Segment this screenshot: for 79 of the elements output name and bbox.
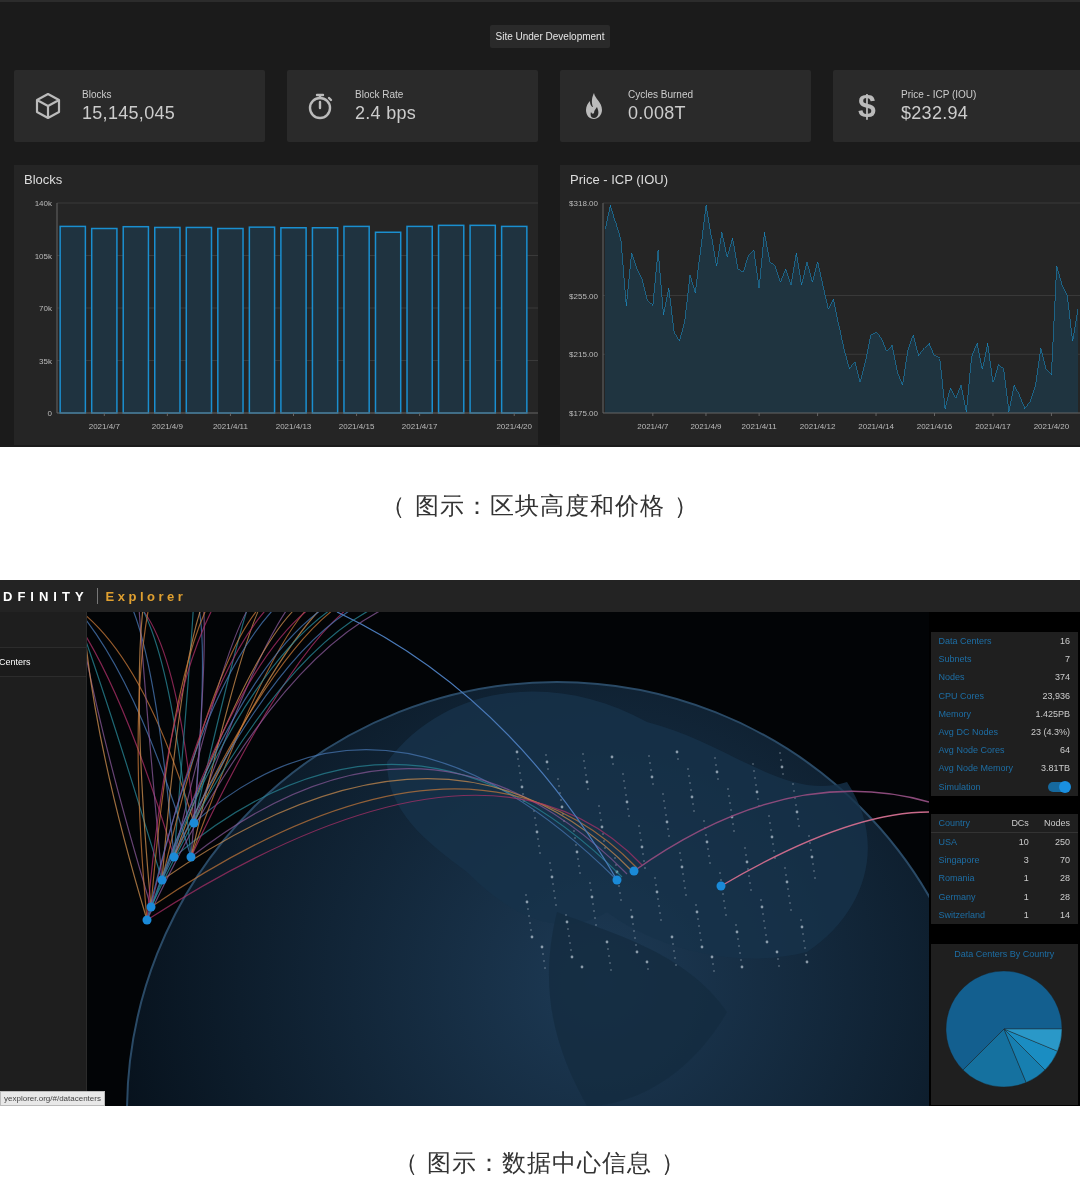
x-axis-label: 2021/4/13 xyxy=(275,422,312,431)
chart-title: Blocks xyxy=(23,171,64,189)
stat-label: Blocks xyxy=(82,88,113,100)
y-axis-label: 140k xyxy=(34,199,52,208)
y-axis-label: 105k xyxy=(34,251,52,261)
table-cell-text: 14 xyxy=(1059,908,1071,922)
x-axis-label: 2021/4/16 xyxy=(916,422,953,431)
stat-label: CPU Cores xyxy=(938,690,985,701)
brand-logo: DFINITY xyxy=(3,588,89,604)
stat-value: 7 xyxy=(1065,654,1070,665)
stat-value: 2.4 bps xyxy=(355,102,417,124)
pie-title: Data Centers By Country xyxy=(954,948,1055,959)
x-axis-label: 2021/4/14 xyxy=(858,422,894,431)
x-axis-label: 2021/4/20 xyxy=(496,422,533,431)
table-cell-text: Germany xyxy=(937,890,977,904)
stat-value: 64 xyxy=(1060,745,1070,756)
table-cell-text: 70 xyxy=(1059,854,1071,868)
x-axis-label: 2021/4/17 xyxy=(401,422,438,431)
stat-value: 3.81TB xyxy=(1040,763,1070,774)
cube-icon xyxy=(33,91,63,121)
x-axis-label: 2021/4/9 xyxy=(690,422,722,431)
stat-label: Data Centers xyxy=(938,636,992,647)
table-cell: USA xyxy=(930,832,1007,852)
y-axis-label: $215.00 xyxy=(569,350,598,360)
stat-label: Cycles Burned xyxy=(628,88,694,100)
x-axis-label: 2021/4/11 xyxy=(212,422,248,431)
y-axis-label: $175.00 xyxy=(569,409,598,418)
stat-label: Nodes xyxy=(938,672,965,683)
y-axis-label: $255.00 xyxy=(569,291,598,301)
stat-value: 0.008T xyxy=(628,102,687,124)
stat-label: Memory xyxy=(938,708,972,719)
stat-value: $232.94 xyxy=(901,102,970,124)
stat-label: Simulation xyxy=(938,781,981,792)
stat-value: 374 xyxy=(1054,672,1070,683)
stat-value: 16 xyxy=(1060,636,1070,647)
table-cell-text: 1 xyxy=(1022,872,1030,886)
x-axis-label: 2021/4/11 xyxy=(741,422,777,431)
table-cell-text: Switzerland xyxy=(937,908,987,922)
table-cell-text: Singapore xyxy=(937,854,981,868)
table-cell-text: 3 xyxy=(1022,854,1030,868)
table-cell-text: 28 xyxy=(1059,890,1071,904)
y-axis-label: 70k xyxy=(39,304,52,313)
x-axis-label: 2021/4/9 xyxy=(151,422,183,431)
simulation-toggle[interactable] xyxy=(1048,781,1070,792)
x-axis-label: 2021/4/12 xyxy=(799,422,836,431)
stat-value: 1.425PB xyxy=(1035,708,1070,719)
stat-value: 23,936 xyxy=(1042,690,1070,701)
column-header: Country xyxy=(930,813,1007,833)
dollar-icon: $ xyxy=(852,89,882,123)
y-axis-label: 35k xyxy=(39,356,52,366)
x-axis-label: 2021/4/7 xyxy=(637,422,669,431)
table-cell-text: 1 xyxy=(1022,908,1030,922)
table-cell: 10 xyxy=(1006,832,1037,852)
table-cell-text: 1 xyxy=(1022,890,1030,904)
column-header: DCs xyxy=(1006,813,1037,833)
status-url: yexplorer.org/#/datacenters xyxy=(0,1091,105,1106)
stat-label: Block Rate xyxy=(355,88,405,100)
x-axis-label: 2021/4/15 xyxy=(338,422,375,431)
stat-label: Avg Node Cores xyxy=(938,745,1005,756)
notice-badge: Site Under Development xyxy=(489,25,611,48)
table-cell-text: Romania xyxy=(937,872,976,886)
x-axis-label: 2021/4/17 xyxy=(975,422,1011,431)
stat-value: 23 (4.3%) xyxy=(1030,727,1070,738)
table-cell-text: 28 xyxy=(1059,872,1071,886)
figure-caption: （ 图示：数据中心信息 ） xyxy=(393,1148,687,1179)
product-name: Explorer xyxy=(105,588,187,604)
y-axis-label: $318.00 xyxy=(569,199,598,208)
x-axis-label: 2021/4/20 xyxy=(1033,422,1070,431)
stat-value: 15,145,045 xyxy=(82,102,176,124)
figure-caption: （ 图示：区块高度和价格 ） xyxy=(381,490,699,522)
column-header: Nodes xyxy=(1036,813,1078,833)
stat-label: Avg DC Nodes xyxy=(938,727,998,738)
x-axis-label: 2021/4/7 xyxy=(88,422,120,431)
stat-label: Price - ICP (IOU) xyxy=(901,88,977,100)
table-cell: 250 xyxy=(1036,832,1078,852)
chart-title: Price - ICP (IOU) xyxy=(569,171,669,189)
stat-label: Avg Node Memory xyxy=(938,763,1013,774)
y-axis-label: 0 xyxy=(47,409,52,418)
stat-label: Subnets xyxy=(938,654,972,665)
